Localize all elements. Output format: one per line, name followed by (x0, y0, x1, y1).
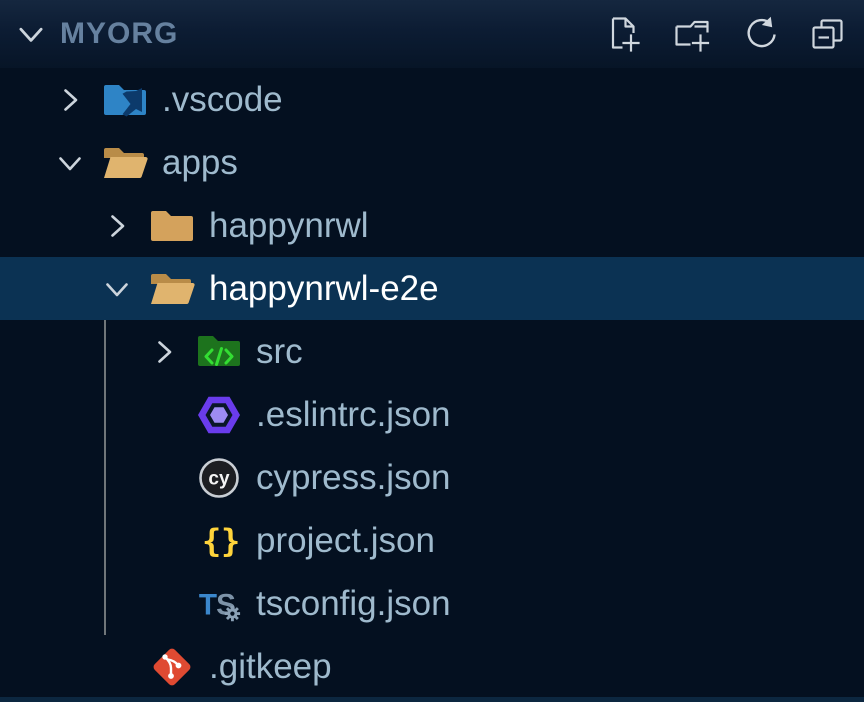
cypress-icon: cy (196, 455, 242, 501)
chevron-right-icon[interactable] (149, 337, 196, 367)
twisty-spacer (149, 400, 196, 430)
tree-item-label: apps (162, 143, 238, 183)
tree-item-label: cypress.json (256, 458, 451, 498)
tree-item-label: project.json (256, 521, 435, 561)
twisty-spacer (149, 463, 196, 493)
tree-item-src[interactable]: src (0, 320, 864, 383)
tree-item-gitkeep[interactable]: .gitkeep (0, 635, 864, 698)
tree-item-cypress-json[interactable]: cy cypress.json (0, 446, 864, 509)
tree-item-vscode[interactable]: .vscode (0, 68, 864, 131)
collapse-all-button[interactable] (806, 12, 850, 56)
explorer-section-header[interactable]: MYORG (0, 0, 864, 68)
json-braces-icon: {} (196, 518, 242, 564)
twisty-spacer (149, 526, 196, 556)
chevron-down-icon[interactable] (55, 148, 102, 178)
vscode-folder-icon (102, 77, 148, 123)
tree-item-label: src (256, 332, 303, 372)
partial-row-highlight (0, 697, 864, 702)
tree-item-project-json[interactable]: {} project.json (0, 509, 864, 572)
new-folder-button[interactable] (670, 12, 714, 56)
collapse-all-icon (808, 14, 848, 54)
tree-item-label: happynrwl-e2e (209, 269, 439, 309)
tree-item-label: happynrwl (209, 206, 369, 246)
indent-guide (104, 320, 106, 635)
chevron-right-icon[interactable] (102, 211, 149, 241)
tree-item-label: .vscode (162, 80, 283, 120)
svg-text:{: { (202, 522, 221, 560)
refresh-button[interactable] (738, 12, 782, 56)
twisty-spacer (102, 652, 149, 682)
chevron-down-icon[interactable] (102, 274, 149, 304)
new-file-icon (604, 14, 644, 54)
eslint-icon (196, 392, 242, 438)
tree-item-happynrwl-e2e[interactable]: happynrwl-e2e (0, 257, 864, 320)
folder-icon (149, 203, 195, 249)
refresh-icon (740, 14, 780, 54)
tree-item-happynrwl[interactable]: happynrwl (0, 194, 864, 257)
new-file-button[interactable] (602, 12, 646, 56)
tree-item-label: tsconfig.json (256, 584, 451, 624)
explorer-sidebar: MYORG (0, 0, 864, 702)
new-folder-icon (672, 14, 712, 54)
tree-item-label: .gitkeep (209, 647, 332, 687)
svg-text:}: } (221, 522, 240, 560)
chevron-down-icon (15, 18, 47, 50)
tree-item-apps[interactable]: apps (0, 131, 864, 194)
svg-text:T: T (199, 588, 217, 621)
file-tree: .vscode apps happynrwl happynrwl-e2e src… (0, 68, 864, 698)
tree-item-label: .eslintrc.json (256, 395, 451, 435)
chevron-right-icon[interactable] (55, 85, 102, 115)
tree-item-tsconfig-json[interactable]: TS tsconfig.json (0, 572, 864, 635)
tree-item-eslintrc-json[interactable]: .eslintrc.json (0, 383, 864, 446)
twisty-spacer (149, 589, 196, 619)
svg-text:cy: cy (208, 468, 230, 489)
section-title: MYORG (60, 17, 578, 51)
src-folder-icon (196, 329, 242, 375)
tsconfig-icon: TS (196, 581, 242, 627)
git-icon (149, 644, 195, 690)
folder-open-icon (102, 140, 148, 186)
folder-open-icon (149, 266, 195, 312)
